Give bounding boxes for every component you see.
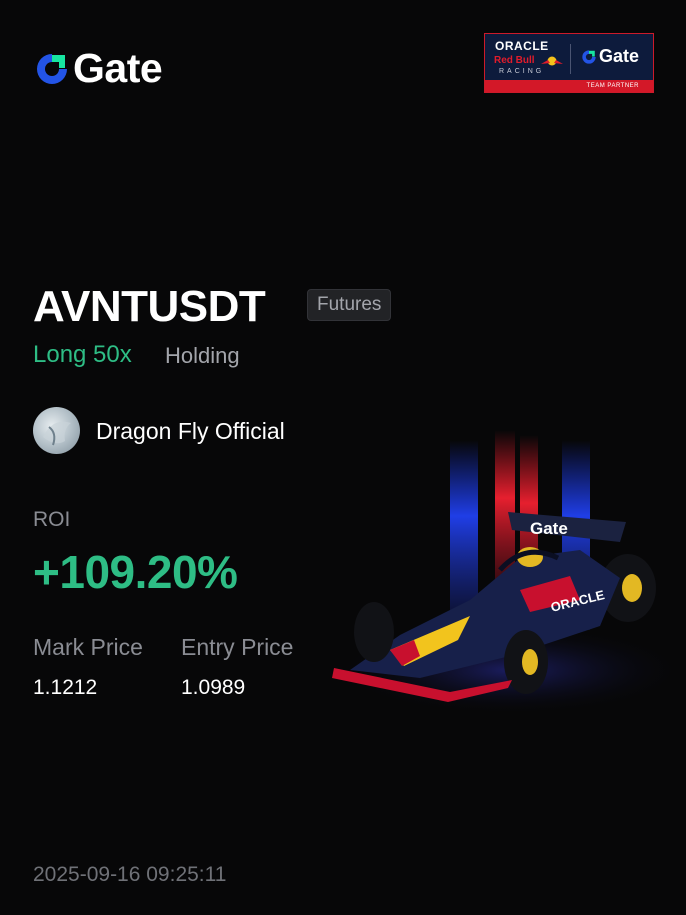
roi-value: +109.20%	[33, 546, 238, 598]
partner-divider	[570, 44, 571, 74]
gate-logo-icon	[37, 53, 67, 84]
partner-redbull-text: Red Bull	[494, 55, 535, 66]
partner-gate-logo: Gate	[581, 46, 639, 67]
entry-price-value: 1.0989	[181, 676, 246, 699]
timestamp: 2025-09-16 09:25:11	[33, 863, 227, 886]
username: Dragon Fly Official	[96, 418, 285, 444]
partner-racing-text: RACING	[499, 68, 545, 75]
mark-price-value: 1.1212	[33, 676, 98, 699]
futures-badge: Futures	[307, 289, 392, 321]
rear-tyre-rim	[622, 574, 642, 602]
entry-price-label: Entry Price	[181, 634, 294, 660]
front-tyre-right-rim	[522, 649, 538, 675]
partner-gate-text: Gate	[599, 46, 640, 66]
f1-car-illustration: Gate ORACLE	[332, 430, 685, 715]
position-status: Holding	[165, 343, 240, 368]
partner-badge: ORACLE Red Bull RACING Gate TEAM PARTNER	[484, 33, 654, 93]
mark-price-label: Mark Price	[33, 634, 143, 660]
position-side-leverage: Long 50x	[33, 341, 132, 368]
gate-logo: Gate	[34, 45, 163, 91]
brand-name: Gate	[73, 45, 163, 91]
avatar-pattern	[43, 421, 71, 446]
trading-pair: AVNTUSDT	[33, 282, 266, 331]
gate-logo-icon	[582, 49, 596, 64]
rear-wing-gate-text: Gate	[530, 519, 568, 538]
team-partner-strip: TEAM PARTNER	[485, 80, 653, 92]
roi-label: ROI	[33, 508, 71, 531]
user-avatar	[33, 407, 80, 454]
front-tyre-left	[354, 602, 394, 662]
partner-oracle-text: ORACLE	[495, 39, 549, 53]
redbull-logo-icon	[541, 56, 563, 66]
